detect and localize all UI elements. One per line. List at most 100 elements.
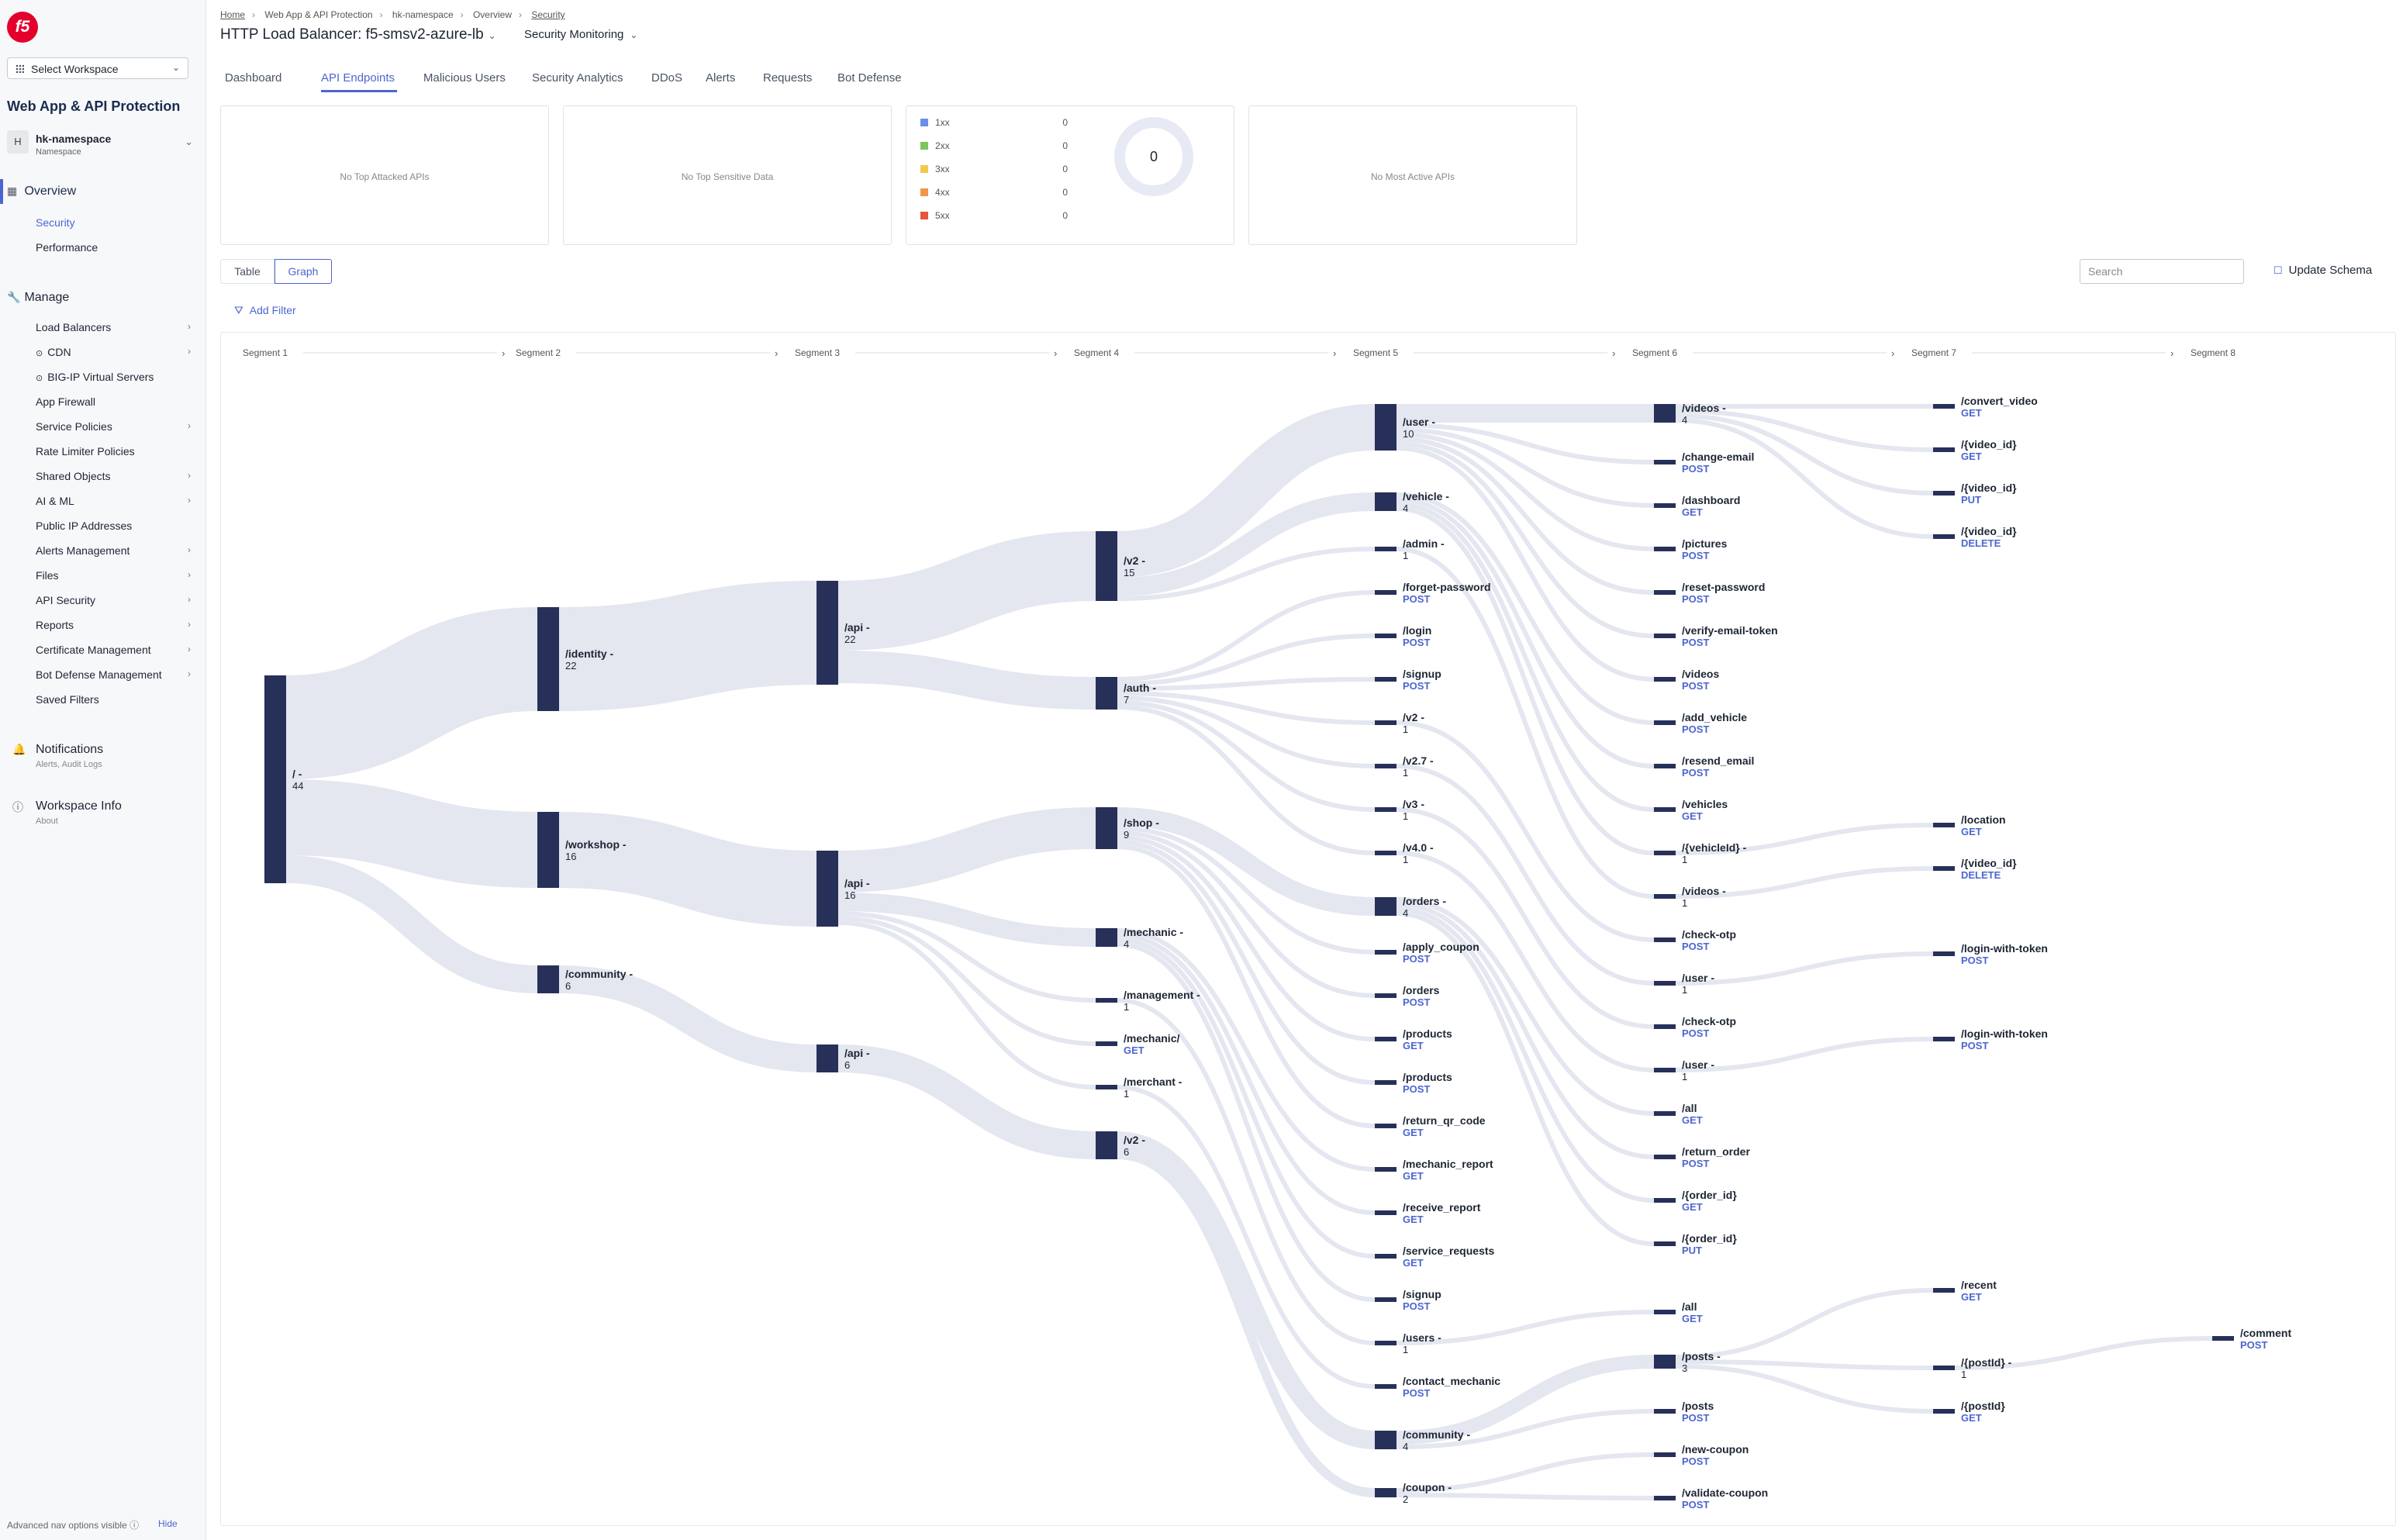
graph-node-label[interactable]: /merchant - [1124,1076,1182,1088]
graph-node-label[interactable]: /{video_id} [1961,438,2017,451]
table-view-button[interactable]: Table [220,259,274,284]
graph-node[interactable] [1933,951,1955,956]
nav-performance[interactable]: Performance [36,241,191,254]
graph-node-label[interactable]: /recent [1961,1279,1997,1291]
graph-node[interactable] [1375,1384,1397,1389]
graph-node-label[interactable]: /v3 - [1403,798,1424,810]
graph-node[interactable] [1375,634,1397,638]
graph-view-button[interactable]: Graph [274,259,332,284]
graph-node[interactable] [1654,547,1676,551]
graph-node[interactable] [1654,851,1676,855]
tab-bot-defense[interactable]: Bot Defense [837,71,902,85]
graph-node[interactable] [817,581,838,685]
update-schema-button[interactable]: ☐ Update Schema [2273,264,2372,277]
graph-node-label[interactable]: /community - [565,968,633,980]
graph-node[interactable] [1933,534,1955,539]
graph-node[interactable] [1654,1409,1676,1414]
graph-node[interactable] [1096,531,1117,601]
breadcrumb-security[interactable]: Security [531,9,564,20]
graph-node-label[interactable]: /coupon - [1403,1481,1452,1493]
graph-node-label[interactable]: /location [1961,813,2006,826]
graph-node[interactable] [1933,823,1955,827]
graph-node[interactable] [1375,807,1397,812]
graph-node-label[interactable]: /v4.0 - [1403,841,1434,854]
graph-node-label[interactable]: /{postId} [1961,1400,2005,1412]
graph-node-label[interactable]: /add_vehicle [1682,711,1747,723]
graph-node[interactable] [1654,1024,1676,1029]
graph-node[interactable] [2212,1336,2234,1341]
graph-node[interactable] [1654,807,1676,812]
graph-node-label[interactable]: /admin - [1403,537,1445,550]
graph-node-label[interactable]: /products [1403,1027,1452,1040]
graph-node-label[interactable]: /reset-password [1682,581,1765,593]
graph-node[interactable] [1654,460,1676,464]
graph-node[interactable] [1096,928,1117,947]
graph-node-label[interactable]: /videos - [1682,885,1726,897]
breadcrumb-namespace[interactable]: hk-namespace [392,9,454,20]
graph-node[interactable] [1654,1355,1676,1369]
graph-node-label[interactable]: /resend_email [1682,754,1754,767]
sidebar-item-rate-limiter-policies[interactable]: Rate Limiter Policies [36,445,191,458]
graph-node[interactable] [1375,547,1397,551]
graph-node[interactable] [537,965,559,993]
graph-node-label[interactable]: /validate-coupon [1682,1486,1768,1499]
graph-node-label[interactable]: /login [1403,624,1431,637]
graph-node-label[interactable]: /videos - [1682,402,1726,414]
tab-api-endpoints[interactable]: API Endpoints [321,71,395,85]
graph-node-label[interactable]: /mechanic/ [1124,1032,1179,1045]
graph-node-label[interactable]: /api - [844,621,870,634]
graph-node-label[interactable]: /contact_mechanic [1403,1375,1500,1387]
graph-node[interactable] [1375,1297,1397,1302]
graph-node[interactable] [1654,677,1676,682]
search-input[interactable] [2080,259,2244,284]
graph-node[interactable] [817,1045,838,1072]
tab-alerts[interactable]: Alerts [706,71,735,85]
f5-logo[interactable]: f5 [7,12,38,43]
graph-node-label[interactable]: /signup [1403,668,1441,680]
sidebar-item-app-firewall[interactable]: App Firewall [36,395,191,408]
graph-node-label[interactable]: /receive_report [1403,1201,1481,1214]
graph-node-label[interactable]: /login-with-token [1961,942,2048,955]
graph-node[interactable] [1933,491,1955,495]
graph-node[interactable] [1654,1241,1676,1246]
graph-node-label[interactable]: /all [1682,1102,1697,1114]
graph-node-label[interactable]: /api - [844,1047,870,1059]
graph-node[interactable] [1375,492,1397,511]
graph-node-label[interactable]: /{video_id} [1961,525,2017,537]
graph-node-label[interactable]: /{order_id} [1682,1232,1737,1245]
sidebar-item-public-ip-addresses[interactable]: Public IP Addresses [36,520,191,532]
graph-node-label[interactable]: /shop - [1124,817,1159,829]
add-filter-button[interactable]: ⛛ Add Filter [234,304,296,317]
sidebar-item-bot-defense-management[interactable]: Bot Defense Management › [36,668,191,681]
graph-node-label[interactable]: /pictures [1682,537,1728,550]
graph-node-label[interactable]: /mechanic - [1124,926,1183,938]
graph-node[interactable] [1375,1341,1397,1345]
graph-node-label[interactable]: /identity - [565,647,614,660]
graph-node-label[interactable]: /v2 - [1124,1134,1145,1146]
graph-node[interactable] [537,607,559,711]
graph-node[interactable] [1375,677,1397,682]
graph-node[interactable] [1654,937,1676,942]
graph-node[interactable] [817,851,838,927]
graph-node[interactable] [1654,981,1676,986]
graph-node[interactable] [1654,894,1676,899]
graph-node[interactable] [1654,720,1676,725]
graph-node-label[interactable]: /vehicle - [1403,490,1449,502]
graph-node-label[interactable]: /users - [1403,1331,1441,1344]
graph-node-label[interactable]: /user - [1403,416,1435,428]
graph-node[interactable] [1375,1080,1397,1085]
graph-node[interactable] [1096,998,1117,1003]
tab-dashboard[interactable]: Dashboard [225,71,281,85]
graph-node-label[interactable]: /return_qr_code [1403,1114,1486,1127]
breadcrumb-app[interactable]: Web App & API Protection [264,9,372,20]
sidebar-item-reports[interactable]: Reports › [36,619,191,631]
graph-node-label[interactable]: /videos [1682,668,1719,680]
graph-node-label[interactable]: /dashboard [1682,494,1740,506]
graph-node[interactable] [1375,1210,1397,1215]
sidebar-item-shared-objects[interactable]: Shared Objects › [36,470,191,482]
graph-node-label[interactable]: /{vehicleId} - [1682,841,1747,854]
graph-node[interactable] [1654,404,1676,423]
sidebar-item-api-security[interactable]: API Security › [36,594,191,606]
graph-node[interactable] [1654,590,1676,595]
graph-node-label[interactable]: /convert_video [1961,395,2038,407]
